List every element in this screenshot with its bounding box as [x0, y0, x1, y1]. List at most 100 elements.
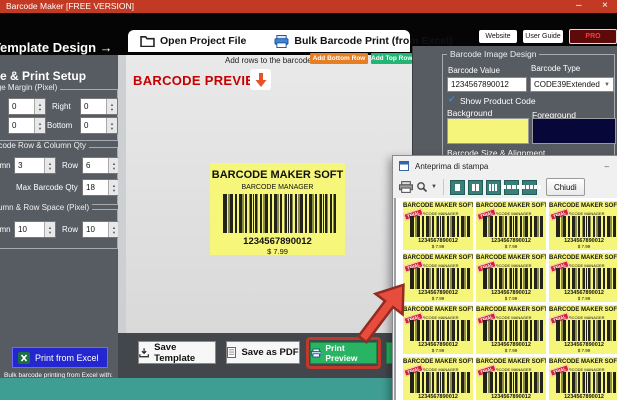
- save-icon: [139, 347, 149, 358]
- setup-heading: Page & Print Setup: [0, 69, 86, 83]
- bottom-label: Bottom: [47, 121, 72, 130]
- minimize-button[interactable]: –: [605, 162, 617, 171]
- space-column-label: Column: [0, 225, 11, 234]
- preview-page: BARCODE MAKER SOFT BARCODE MANAGER TRIAL…: [396, 198, 617, 400]
- barcode-value-input[interactable]: 1234567890012: [447, 77, 527, 92]
- app-window: Barcode Maker [FREE VERSION] – × Templat…: [0, 0, 617, 400]
- save-template-button[interactable]: Save Template: [138, 341, 216, 364]
- user-guide-button[interactable]: User Guide: [523, 30, 563, 43]
- mini-barcode-label: BARCODE MAKER SOFT BARCODE MANAGER TRIAL…: [476, 253, 546, 302]
- label-company: BARCODE MAKER SOFT: [549, 255, 617, 261]
- down-arrow-icon: [250, 69, 271, 90]
- four-pages-icon[interactable]: [504, 180, 519, 195]
- label-price: $ 7.99: [549, 348, 617, 353]
- three-pages-icon[interactable]: [486, 180, 501, 195]
- add-top-row-button[interactable]: Add Top Row: [371, 53, 412, 64]
- barcode-value-label: Barcode Value: [448, 66, 500, 75]
- mini-barcode-label: BARCODE MAKER SOFT BARCODE MANAGER TRIAL…: [476, 357, 546, 400]
- minimize-button[interactable]: –: [576, 0, 582, 12]
- spinner-arrows-icon[interactable]: ▲▼: [34, 99, 45, 114]
- label-product: BARCODE MANAGER: [210, 184, 345, 191]
- website-button[interactable]: Website: [479, 30, 517, 43]
- barcode-bars: [483, 268, 543, 289]
- one-page-icon[interactable]: [450, 180, 465, 195]
- show-product-code-label: Show Product Code: [460, 96, 536, 106]
- background-label: Background: [447, 108, 492, 118]
- rowcol-group-title: Barcode Row & Column Qty: [0, 141, 89, 150]
- panel-divider: [118, 55, 126, 333]
- tab-open-project-file[interactable]: Open Project File: [140, 35, 246, 47]
- label-price: $ 7.99: [476, 244, 546, 249]
- rowcol-group: [0, 147, 118, 205]
- folder-icon: [140, 35, 155, 47]
- space-row-label: Row: [62, 225, 78, 234]
- row-label: Row: [62, 161, 78, 170]
- mini-barcode-label: BARCODE MAKER SOFT BARCODE MANAGER TRIAL…: [549, 201, 617, 250]
- show-product-code-checkbox[interactable]: ✔: [448, 94, 456, 105]
- mini-barcode-label: BARCODE MAKER SOFT BARCODE MANAGER TRIAL…: [549, 305, 617, 354]
- mini-barcode-label: BARCODE MAKER SOFT BARCODE MANAGER TRIAL…: [549, 253, 617, 302]
- template-design-link[interactable]: Template Design →: [0, 40, 113, 55]
- background-color-swatch[interactable]: [447, 118, 529, 144]
- margin-top-spinner[interactable]: 0▲▼: [8, 117, 46, 134]
- spinner-arrows-icon[interactable]: ▲▼: [106, 99, 117, 114]
- pro-version-button[interactable]: PRO VERSION: [569, 29, 617, 44]
- margin-bottom-spinner[interactable]: 0▲▼: [80, 117, 118, 134]
- window-title: Barcode Maker [FREE VERSION]: [6, 1, 134, 11]
- add-rows-label: Add rows to the barcode: [225, 56, 312, 65]
- barcode-bars: [223, 194, 336, 233]
- label-price: $ 7.99: [476, 296, 546, 301]
- close-preview-button[interactable]: Chiudi: [546, 178, 585, 196]
- label-price: $ 7.99: [549, 244, 617, 249]
- mini-barcode-label: BARCODE MAKER SOFT BARCODE MANAGER TRIAL…: [476, 201, 546, 250]
- mini-barcode-label: BARCODE MAKER SOFT BARCODE MANAGER TRIAL…: [403, 201, 473, 250]
- mini-barcode-label: BARCODE MAKER SOFT BARCODE MANAGER TRIAL…: [403, 357, 473, 400]
- space-row-spinner[interactable]: 10▲▼: [82, 221, 120, 238]
- row-qty-spinner[interactable]: 6▲▼: [82, 157, 120, 174]
- barcode-type-select[interactable]: CODE39Extended▼: [530, 77, 614, 92]
- spinner-arrows-icon[interactable]: ▲▼: [44, 222, 55, 237]
- spinner-arrows-icon[interactable]: ▲▼: [44, 158, 55, 173]
- barcode-preview-title: BARCODE PREVIEW: [133, 73, 267, 88]
- column-qty-spinner[interactable]: 3▲▼: [14, 157, 56, 174]
- add-bottom-row-button[interactable]: Add Bottom Row: [310, 53, 368, 64]
- spinner-arrows-icon[interactable]: ▲▼: [106, 118, 117, 133]
- label-price: $ 7.99: [210, 247, 345, 256]
- print-preview-titlebar: Anteprima di stampa –: [393, 156, 617, 176]
- zoom-dropdown-icon[interactable]: ▼: [431, 184, 437, 190]
- label-company: BARCODE MAKER SOFT: [476, 359, 546, 365]
- six-pages-icon[interactable]: [522, 180, 537, 195]
- title-bar: Barcode Maker [FREE VERSION] – ×: [0, 0, 617, 13]
- space-column-spinner[interactable]: 10▲▼: [14, 221, 56, 238]
- column-label: Column: [0, 161, 11, 170]
- label-company: BARCODE MAKER SOFT: [403, 255, 473, 261]
- barcode-bars: [410, 372, 470, 393]
- margin-right-spinner[interactable]: 0▲▼: [80, 98, 118, 115]
- print-from-excel-button[interactable]: Print from Excel: [12, 347, 108, 368]
- label-company: BARCODE MAKER SOFT: [403, 359, 473, 365]
- label-company: BARCODE MAKER SOFT: [210, 169, 345, 181]
- label-value: 1234567890012: [210, 236, 345, 247]
- excel-icon: [18, 352, 30, 364]
- print-preview-window: Anteprima di stampa – ▼ Chiudi BARCODE M…: [392, 155, 617, 400]
- two-pages-icon[interactable]: [468, 180, 483, 195]
- form-icon: [399, 161, 409, 171]
- barcode-bars: [556, 320, 616, 341]
- print-icon[interactable]: [399, 181, 413, 193]
- save-as-pdf-button[interactable]: Save as PDF: [226, 341, 300, 364]
- label-company: BARCODE MAKER SOFT: [476, 203, 546, 209]
- zoom-icon[interactable]: [416, 181, 428, 193]
- tab-bulk-barcode-print[interactable]: Bulk Barcode Print (from Excel): [274, 35, 452, 48]
- margin-left-spinner[interactable]: 0▲▼: [8, 98, 46, 115]
- annotation-arrow: [346, 272, 420, 352]
- max-barcode-spinner[interactable]: 18▲▼: [82, 179, 120, 196]
- page-margin-group-title: Page Margin (Pixel): [0, 83, 60, 92]
- label-company: BARCODE MAKER SOFT: [549, 359, 617, 365]
- barcode-bars: [556, 372, 616, 393]
- spinner-arrows-icon[interactable]: ▲▼: [34, 118, 45, 133]
- foreground-color-swatch[interactable]: [532, 118, 616, 144]
- label-price: $ 7.99: [403, 244, 473, 249]
- pdf-icon: [227, 347, 236, 358]
- max-barcode-label: Max Barcode Qty: [16, 183, 78, 192]
- close-button[interactable]: ×: [602, 0, 608, 12]
